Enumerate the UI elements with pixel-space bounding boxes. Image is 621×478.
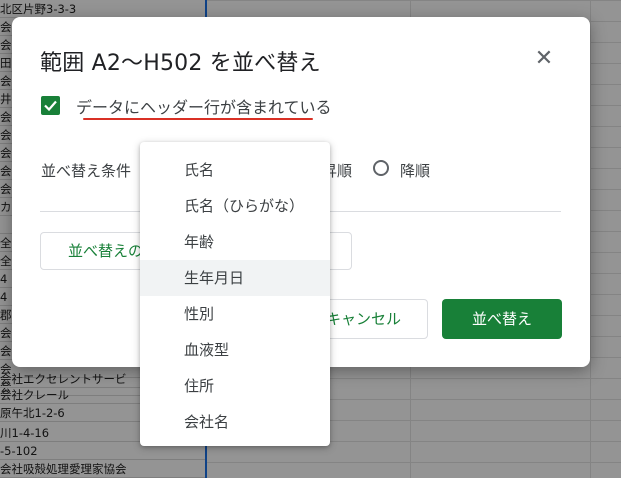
descending-label[interactable]: 降順 [400,160,430,181]
menu-item-blood-type[interactable]: 血液型 [140,332,330,368]
menu-item-name[interactable]: 氏名 [140,152,330,188]
checkmark-icon [44,100,57,112]
column-dropdown-menu: 氏名 氏名（ひらがな） 年齢 生年月日 性別 血液型 住所 会社名 [140,142,330,446]
menu-item-address[interactable]: 住所 [140,368,330,404]
sort-button[interactable]: 並べ替え [442,299,562,339]
menu-item-name-hiragana[interactable]: 氏名（ひらがな） [140,188,330,224]
header-row-checkbox-label[interactable]: データにヘッダー行が含まれている [76,94,332,118]
header-row-checkbox[interactable] [41,96,60,115]
menu-item-age[interactable]: 年齢 [140,224,330,260]
close-icon[interactable]: ✕ [532,47,556,71]
descending-radio[interactable] [373,160,389,176]
sort-condition-label: 並べ替え条件 [41,162,132,180]
dialog-title: 範囲 A2〜H502 を並べ替え [40,51,321,76]
menu-item-company[interactable]: 会社名 [140,404,330,440]
menu-item-gender[interactable]: 性別 [140,296,330,332]
red-underline-annotation [83,118,313,120]
menu-item-birthdate[interactable]: 生年月日 [140,260,330,296]
